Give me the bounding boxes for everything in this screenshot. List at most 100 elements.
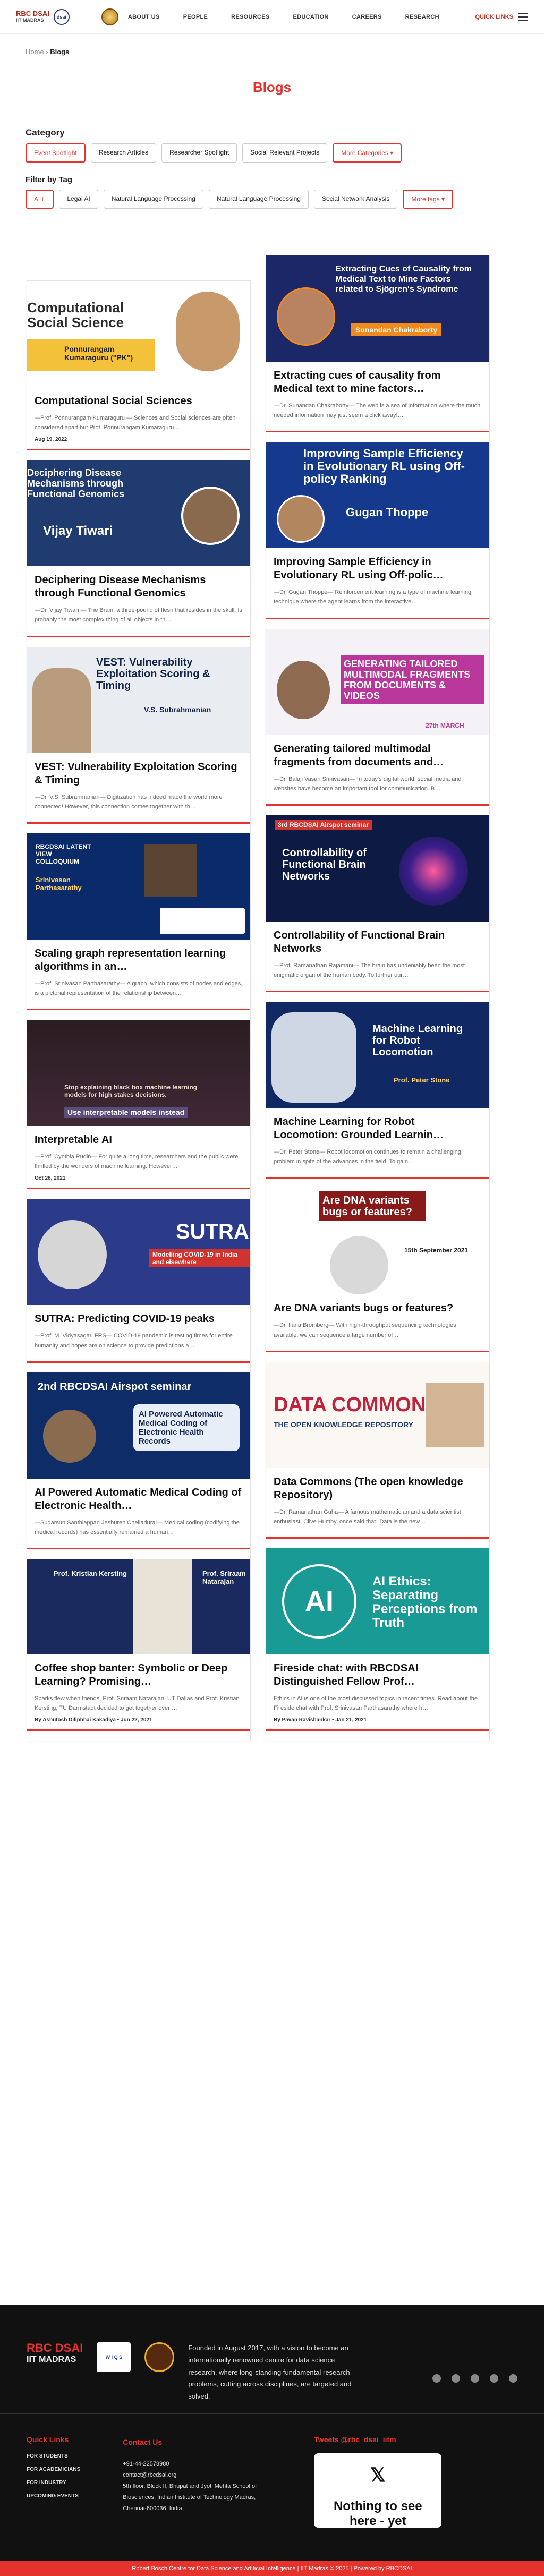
blog-thumbnail[interactable]: Prof. Kristian Kersting Prof. Sriraam Na… <box>27 1558 250 1654</box>
blog-title[interactable]: Improving Sample Efficiency in Evolution… <box>274 556 482 582</box>
x-logo-icon: 𝕏 <box>370 2463 386 2486</box>
footer-tweets-heading[interactable]: Tweets @rbc_dsai_iitm <box>314 2435 441 2444</box>
blog-title[interactable]: AI Powered Automatic Medical Coding of E… <box>35 1486 243 1513</box>
ai-icon: AI <box>282 1564 356 1639</box>
thumb-subtitle: Prof. Sriraam Natarajan <box>202 1569 246 1585</box>
rbcdsai-logo[interactable]: RBC DSAI IIT MADRAS <box>16 10 49 23</box>
category-heading: Category <box>26 127 65 138</box>
blog-title[interactable]: Computational Social Sciences <box>35 395 243 408</box>
footer-logo-sub: IIT MADRAS <box>27 2355 76 2364</box>
blog-thumbnail[interactable]: VEST: Vulnerability Exploitation Scoring… <box>27 646 250 753</box>
footer-logo[interactable]: RBC DSAI IIT MADRAS <box>27 2342 83 2366</box>
blog-thumbnail[interactable]: Computational Social Science Ponnurangam… <box>27 281 250 387</box>
iitm-emblem-icon <box>101 8 118 25</box>
blog-card[interactable]: 2nd RBCDSAI Airspot seminar AI Powered A… <box>27 1372 250 1549</box>
blog-title[interactable]: Are DNA variants bugs or features? <box>274 1302 482 1315</box>
blog-title[interactable]: Fireside chat: with RBCDSAI Distinguishe… <box>274 1662 482 1688</box>
blog-thumbnail[interactable]: Machine Learning for Robot Locomotion Pr… <box>266 1002 489 1108</box>
blog-card[interactable]: Deciphering Disease Mechanisms through F… <box>27 460 250 637</box>
blog-card[interactable]: GENERATING TAILORED MULTIMODAL FRAGMENTS… <box>266 628 489 806</box>
nav-education[interactable]: EDUCATION <box>293 14 329 20</box>
footer-phone[interactable]: +91-44-22578980 <box>123 2459 271 2470</box>
blog-card[interactable]: DATA COMMONS THE OPEN KNOWLEDGE REPOSITO… <box>266 1361 489 1539</box>
nav-research[interactable]: RESEARCH <box>405 14 439 20</box>
blog-card[interactable]: SUTRA Modelling COVID-19 in India and el… <box>27 1199 250 1363</box>
blog-thumbnail[interactable]: Extracting Cues of Causality from Medica… <box>266 255 489 362</box>
nav-careers[interactable]: CAREERS <box>352 14 382 20</box>
nav-about-us[interactable]: ABOUT US <box>128 14 160 20</box>
thumb-title: VEST: Vulnerability Exploitation Scoring… <box>96 656 210 692</box>
dsai-logo-icon[interactable]: dsai <box>53 8 70 25</box>
thumb-title: Are DNA variants bugs or features? <box>319 1191 426 1222</box>
blog-title[interactable]: Data Commons (The open knowledge Reposit… <box>274 1475 482 1502</box>
site-logo[interactable]: RBC DSAI IIT MADRAS dsai <box>16 8 70 25</box>
blog-thumbnail[interactable]: Deciphering Disease Mechanisms through F… <box>27 460 250 567</box>
blog-title[interactable]: Deciphering Disease Mechanisms through F… <box>35 574 243 600</box>
blog-thumbnail[interactable]: SUTRA Modelling COVID-19 in India and el… <box>27 1199 250 1306</box>
blog-thumbnail[interactable]: 2nd RBCDSAI Airspot seminar AI Powered A… <box>27 1372 250 1479</box>
tag-legal-ai[interactable]: Legal AI <box>59 190 98 209</box>
footer-quick-links-heading: Quick Links <box>27 2435 69 2444</box>
facebook-icon[interactable] <box>471 2374 479 2383</box>
speaker-photo <box>176 292 240 371</box>
blog-card[interactable]: RBCDSAI LATENT VIEW COLLOQUIUM Srinivasa… <box>27 833 250 1011</box>
footer-link-industry[interactable]: FOR INDUSTRY <box>27 2480 80 2486</box>
tag-social-network-analysis[interactable]: Social Network Analysis <box>313 190 398 209</box>
blog-thumbnail[interactable]: 3rd RBCDSAI Airspot seminar Controllabil… <box>266 815 489 922</box>
graph-illustration <box>160 907 245 934</box>
footer-link-academicians[interactable]: FOR ACADEMICIANS <box>27 2467 80 2472</box>
blog-card[interactable]: 3rd RBCDSAI Airspot seminar Controllabil… <box>266 815 489 993</box>
instagram-icon[interactable] <box>509 2374 517 2383</box>
category-social-relevant-projects[interactable]: Social Relevant Projects <box>242 143 328 163</box>
blog-thumbnail[interactable]: Improving Sample Efficiency in Evolution… <box>266 442 489 549</box>
category-researcher-spotlight[interactable]: Researcher Spotlight <box>162 143 237 163</box>
blog-card[interactable]: Machine Learning for Robot Locomotion Pr… <box>266 1002 489 1179</box>
blog-title[interactable]: Extracting cues of causality from Medica… <box>274 369 482 396</box>
blog-title[interactable]: SUTRA: Predicting COVID-19 peaks <box>35 1312 243 1326</box>
more-categories-dropdown[interactable]: More Categories ▾ <box>333 143 402 163</box>
blog-title[interactable]: Machine Learning for Robot Locomotion: G… <box>274 1115 482 1142</box>
blog-card[interactable]: Are DNA variants bugs or features? 15th … <box>266 1188 489 1352</box>
wiqs-logo-icon: W I Q S <box>97 2342 131 2372</box>
blog-thumbnail[interactable]: GENERATING TAILORED MULTIMODAL FRAGMENTS… <box>266 628 489 735</box>
quick-links-button[interactable]: QUICK LINKS <box>475 13 528 21</box>
youtube-icon[interactable] <box>452 2374 460 2383</box>
blog-thumbnail[interactable]: Are DNA variants bugs or features? 15th … <box>266 1188 489 1295</box>
blog-thumbnail[interactable]: DATA COMMONS THE OPEN KNOWLEDGE REPOSITO… <box>266 1361 489 1468</box>
more-tags-dropdown[interactable]: More tags ▾ <box>403 190 454 209</box>
tag-all[interactable]: ALL <box>26 190 54 209</box>
blog-title[interactable]: Coffee shop banter: Symbolic or Deep Lea… <box>35 1662 243 1688</box>
blog-card[interactable]: Computational Social Science Ponnurangam… <box>27 281 250 451</box>
breadcrumb-home[interactable]: Home <box>26 48 44 56</box>
blog-title[interactable]: VEST: Vulnerability Exploitation Scoring… <box>35 761 243 787</box>
category-event-spotlight[interactable]: Event Spotlight <box>26 143 86 163</box>
blog-title[interactable]: Interpretable AI <box>35 1133 243 1147</box>
blog-card[interactable]: Prof. Kristian Kersting Prof. Sriraam Na… <box>27 1558 250 1731</box>
twitter-icon[interactable] <box>432 2374 441 2383</box>
blog-card[interactable]: VEST: Vulnerability Exploitation Scoring… <box>27 646 250 824</box>
footer-link-students[interactable]: FOR STUDENTS <box>27 2453 80 2459</box>
nav-resources[interactable]: RESOURCES <box>231 14 269 20</box>
tag-nlp-2[interactable]: Natural Language Processing <box>208 190 309 209</box>
category-research-articles[interactable]: Research Articles <box>90 143 157 163</box>
blog-card[interactable]: Stop explaining black box machine learni… <box>27 1020 250 1190</box>
speaker-photo <box>144 843 197 897</box>
blog-card[interactable]: AI AI Ethics: Separating Perceptions fro… <box>266 1548 489 1731</box>
blog-title[interactable]: Scaling graph representation learning al… <box>35 947 243 974</box>
blog-card[interactable]: Extracting Cues of Causality from Medica… <box>266 255 489 433</box>
nav-people[interactable]: PEOPLE <box>183 14 208 20</box>
footer-email[interactable]: contact@rbcdsai.org <box>123 2470 271 2481</box>
thumb-title: Machine Learning for Robot Locomotion <box>372 1023 463 1059</box>
blog-thumbnail[interactable]: AI AI Ethics: Separating Perceptions fro… <box>266 1548 489 1654</box>
blog-card[interactable]: Improving Sample Efficiency in Evolution… <box>266 442 489 619</box>
footer-link-events[interactable]: UPCOMING EVENTS <box>27 2493 80 2499</box>
blog-thumbnail[interactable]: RBCDSAI LATENT VIEW COLLOQUIUM Srinivasa… <box>27 833 250 940</box>
blog-title[interactable]: Generating tailored multimodal fragments… <box>274 743 482 769</box>
thumb-subtitle: 27th MARCH <box>426 721 464 729</box>
blog-thumbnail[interactable]: Stop explaining black box machine learni… <box>27 1020 250 1127</box>
linkedin-icon[interactable] <box>490 2374 498 2383</box>
tag-nlp[interactable]: Natural Language Processing <box>103 190 203 209</box>
thumb-subtitle: AI Powered Automatic Medical Coding of E… <box>133 1404 240 1451</box>
category-filter: Event Spotlight Research Articles Resear… <box>0 143 544 163</box>
blog-title[interactable]: Controllability of Functional Brain Netw… <box>274 929 482 956</box>
